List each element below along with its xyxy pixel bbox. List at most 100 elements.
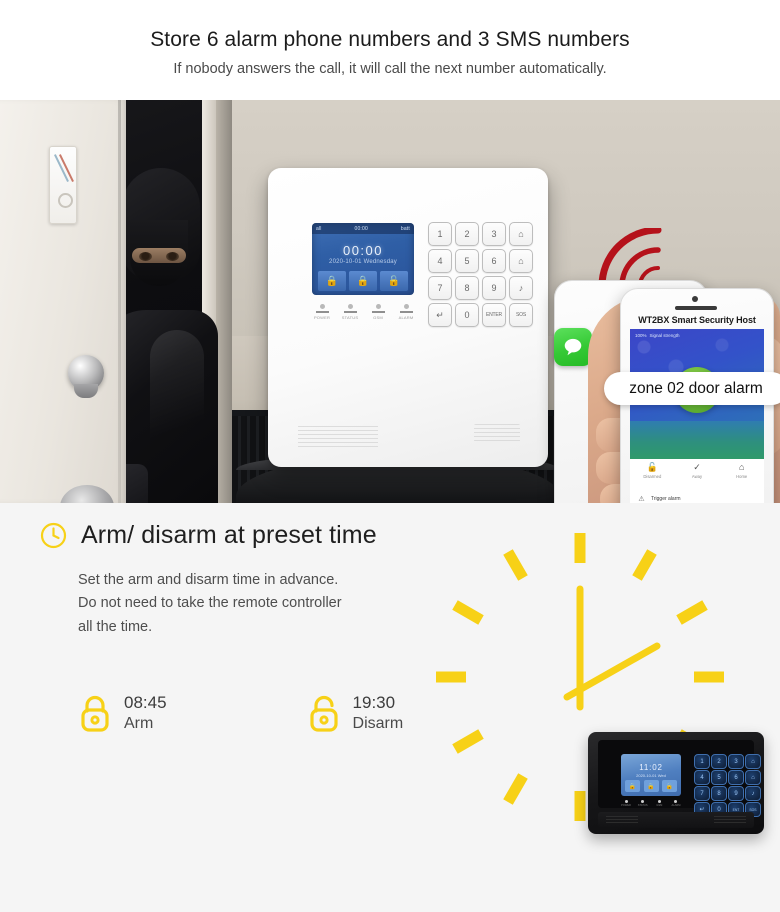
- led-gsm-bar: [371, 311, 385, 313]
- black-host-grill-right: [714, 816, 746, 824]
- key-call-icon[interactable]: ♪: [509, 276, 533, 300]
- black-key-call-icon[interactable]: ♪: [745, 786, 761, 801]
- schedule-arm-label: Arm: [124, 714, 154, 732]
- black-led-gsm: GSM: [653, 800, 665, 807]
- key-back[interactable]: ↵: [428, 303, 452, 327]
- speech-bubble-glyph: [564, 338, 582, 356]
- lcd-status-right: batt: [400, 225, 410, 232]
- schedule-arm-time: 08:45: [124, 693, 167, 712]
- black-host-disarm-button[interactable]: 🔓: [662, 780, 677, 792]
- lcd-arm-button[interactable]: 🔒: [318, 271, 346, 291]
- key-4[interactable]: 4: [428, 249, 452, 273]
- black-led-power-label: POWER: [621, 804, 631, 807]
- led-alarm-icon: [403, 304, 409, 309]
- key-9[interactable]: 9: [482, 276, 506, 300]
- app-row-trigger-alarm[interactable]: ⚠ Trigger alarm: [630, 489, 764, 503]
- burglar-eye-left: [139, 252, 152, 261]
- lcd-mode-buttons: 🔒 🔒 🔓: [318, 271, 408, 291]
- lcd-date: 2020-10-01 Wednesday: [329, 259, 397, 265]
- key-0[interactable]: 0: [455, 303, 479, 327]
- black-key-5[interactable]: 5: [711, 770, 727, 785]
- alarm-icon: ⚠: [638, 496, 645, 503]
- alarm-host-print-label: [298, 426, 378, 448]
- black-key-4[interactable]: 4: [694, 770, 710, 785]
- black-led-power: POWER: [620, 800, 632, 807]
- led-gsm: GSM: [366, 304, 390, 320]
- product-photo-scene: all 00:00 batt 00:00 2020-10-01 Wednesda…: [0, 100, 780, 503]
- black-host-arm-button[interactable]: 🔒: [625, 780, 640, 792]
- black-key-7[interactable]: 7: [694, 786, 710, 801]
- black-led-status-label: STATUS: [637, 804, 648, 807]
- key-sos[interactable]: SOS: [509, 303, 533, 327]
- black-key-8[interactable]: 8: [711, 786, 727, 801]
- led-status-icon: [347, 304, 353, 309]
- mode-tab-home[interactable]: ⌂ Home: [719, 459, 764, 489]
- black-key-6[interactable]: 6: [728, 770, 744, 785]
- black-host-keypad[interactable]: 1 2 3 ⌂ 4 5 6 ⌂ 7 8 9 ♪ ↵ 0 ENT SOS: [694, 754, 761, 817]
- led-status-label: STATUS: [341, 315, 359, 320]
- alarm-host-led-row: POWER STATUS GSM ALARM: [310, 304, 418, 320]
- black-led-gsm-label: GSM: [656, 804, 663, 807]
- key-stay-icon[interactable]: ⌂: [509, 249, 533, 273]
- black-key-1[interactable]: 1: [694, 754, 710, 769]
- black-key-stay-icon[interactable]: ⌂: [745, 770, 761, 785]
- led-gsm-icon: [375, 304, 381, 309]
- schedule-disarm-time: 19:30: [352, 693, 396, 712]
- lcd-status-time: 00:00: [354, 225, 368, 232]
- lock-open-icon: [309, 696, 338, 732]
- black-key-9[interactable]: 9: [728, 786, 744, 801]
- home-icon: ⌂: [738, 462, 745, 472]
- lock-closed-icon: [81, 696, 109, 732]
- app-row-trigger-alarm-label: Trigger alarm: [651, 496, 681, 502]
- black-host-lcd: 11:02 2020-10-01 Wed 🔒 🔒 🔓: [621, 754, 681, 796]
- sms-message-icon[interactable]: [554, 328, 592, 366]
- alarm-host-keypad[interactable]: 1 2 3 ⌂ 4 5 6 ⌂ 7 8 9 ♪ ↵ 0 ENTER SOS: [428, 222, 533, 327]
- mode-tab-away[interactable]: ✓ Away: [675, 459, 720, 489]
- black-led-status: STATUS: [637, 800, 649, 807]
- black-key-3[interactable]: 3: [728, 754, 744, 769]
- key-6[interactable]: 6: [482, 249, 506, 273]
- burglar-eye-right: [166, 252, 179, 261]
- app-title: WT2BX Smart Security Host: [638, 315, 756, 325]
- feature-section: Arm/ disarm at preset time Set the arm a…: [0, 503, 780, 912]
- key-arm-icon[interactable]: ⌂: [509, 222, 533, 246]
- key-2[interactable]: 2: [455, 222, 479, 246]
- schedule-item-disarm: 19:30 Disarm: [307, 693, 404, 733]
- app-battery-label: 100%: [635, 333, 647, 338]
- black-host-lcd-time: 11:02: [639, 763, 663, 772]
- alarm-host-lcd: all 00:00 batt 00:00 2020-10-01 Wednesda…: [312, 223, 414, 295]
- feature-description-line-2: Do not need to take the remote controlle…: [78, 595, 342, 612]
- led-power: POWER: [310, 304, 334, 320]
- burglar-jacket-highlight: [150, 330, 204, 480]
- black-key-arm-icon[interactable]: ⌂: [745, 754, 761, 769]
- alarm-host-speaker-grill: [474, 424, 520, 442]
- mode-tab-disarmed-label: Disarmed: [643, 474, 662, 479]
- feature-description-line-1: Set the arm and disarm time in advance.: [78, 572, 339, 588]
- alarm-notification-bubble: zone 02 door alarm: [604, 372, 780, 405]
- page-subtitle: If nobody answers the call, it will call…: [173, 61, 607, 78]
- mode-tab-disarmed[interactable]: 🔓 Disarmed: [630, 459, 675, 489]
- phone-camera-icon: [692, 296, 698, 302]
- lcd-stay-button[interactable]: 🔒: [349, 271, 377, 291]
- key-1[interactable]: 1: [428, 222, 452, 246]
- led-alarm: ALARM: [394, 304, 418, 320]
- black-led-gsm-icon: [657, 800, 661, 803]
- schedule-disarm-text: 19:30 Disarm: [353, 693, 404, 733]
- lcd-disarm-button[interactable]: 🔓: [380, 271, 408, 291]
- schedule-arm-text: 08:45 Arm: [124, 693, 167, 733]
- app-network-label: Signal strength: [649, 333, 680, 338]
- lcd-clock: 00:00: [342, 243, 384, 258]
- led-status: STATUS: [338, 304, 362, 320]
- key-enter[interactable]: ENTER: [482, 303, 506, 327]
- black-host-stay-button[interactable]: 🔒: [643, 780, 659, 792]
- key-3[interactable]: 3: [482, 222, 506, 246]
- alarm-host-device: all 00:00 batt 00:00 2020-10-01 Wednesda…: [268, 168, 548, 467]
- led-alarm-bar: [399, 311, 413, 313]
- black-key-2[interactable]: 2: [711, 754, 727, 769]
- key-7[interactable]: 7: [428, 276, 452, 300]
- shield-check-icon: ✓: [693, 462, 701, 472]
- key-8[interactable]: 8: [455, 276, 479, 300]
- app-mode-tabs[interactable]: 🔓 Disarmed ✓ Away ⌂ Home: [630, 459, 764, 490]
- led-power-label: POWER: [313, 315, 331, 320]
- key-5[interactable]: 5: [455, 249, 479, 273]
